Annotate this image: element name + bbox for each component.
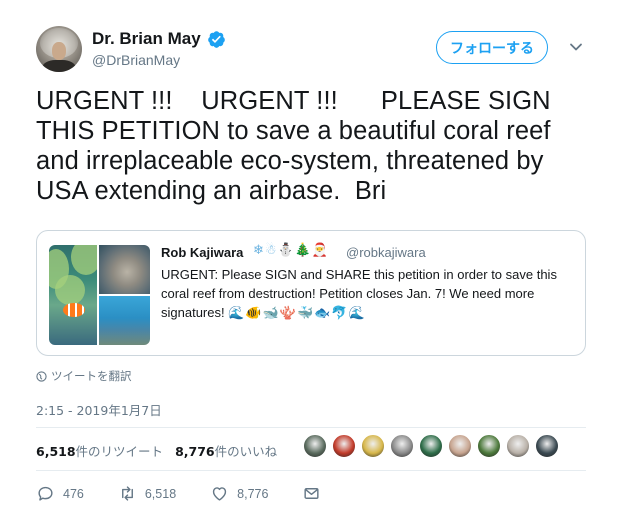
reply-button[interactable]: 476 <box>36 484 84 503</box>
translate-tweet-link[interactable]: ツイートを翻訳 <box>36 368 132 384</box>
envelope-icon <box>304 488 319 499</box>
coral-reef-image <box>99 296 150 345</box>
retweets-count: 6,518 <box>36 444 76 459</box>
tweet-text: URGENT !!! URGENT !!! PLEASE SIGN THIS P… <box>36 87 551 205</box>
retweet-button[interactable]: 6,518 <box>118 484 176 503</box>
retweet-count: 6,518 <box>144 486 177 501</box>
liker-avatar[interactable] <box>390 434 414 458</box>
liker-avatar[interactable] <box>361 434 385 458</box>
like-count: 8,776 <box>237 486 269 501</box>
reply-icon <box>38 486 53 501</box>
engagement-stats: 6,518件のリツイート 8,776件のいいね <box>36 441 277 460</box>
liker-avatar[interactable] <box>332 434 356 458</box>
quoted-name-emojis: ❄☃⛄🎄🎅 <box>253 243 330 258</box>
divider <box>36 470 586 471</box>
liker-avatar[interactable] <box>535 434 559 458</box>
retweets-stat[interactable]: 6,518件のリツイート <box>36 441 163 460</box>
avatar[interactable] <box>36 26 82 72</box>
quoted-tweet[interactable]: Rob Kajiwara ❄☃⛄🎄🎅 @robkajiwara URGENT: … <box>36 230 586 356</box>
translate-label: ツイートを翻訳 <box>51 369 132 383</box>
author-handle[interactable]: @DrBrianMay <box>92 52 180 68</box>
tweet-card: Dr. Brian May @DrBrianMay フォローする URGENT … <box>0 0 619 520</box>
retweet-icon <box>121 486 133 501</box>
liker-avatars <box>303 434 559 458</box>
divider <box>36 427 586 428</box>
quoted-text-emojis: 🌊🐠🐋🪸🐳🐟🐬🌊 <box>228 306 366 321</box>
liker-avatar[interactable] <box>477 434 501 458</box>
quoted-author-handle: @robkajiwara <box>346 245 426 260</box>
chevron-down-icon[interactable] <box>569 40 583 54</box>
direct-message-button[interactable] <box>302 484 321 503</box>
verified-badge-icon <box>208 31 225 48</box>
like-button[interactable]: 8,776 <box>210 484 268 503</box>
dugong-image <box>99 245 150 294</box>
liker-avatar[interactable] <box>419 434 443 458</box>
follow-button[interactable]: フォローする <box>436 31 548 64</box>
timestamp[interactable]: 2:15 - 2019年1月7日 <box>36 400 162 419</box>
action-bar: 476 6,518 8,776 <box>36 484 355 503</box>
quoted-tweet-text: URGENT: Please SIGN and SHARE this petit… <box>161 265 579 323</box>
heart-icon <box>212 487 227 501</box>
liker-avatar[interactable] <box>448 434 472 458</box>
clownfish-anemone-image <box>49 245 97 345</box>
likes-stat[interactable]: 8,776件のいいね <box>175 441 277 460</box>
liker-avatar[interactable] <box>303 434 327 458</box>
author-display-name[interactable]: Dr. Brian May <box>92 29 201 49</box>
liker-avatar[interactable] <box>506 434 530 458</box>
likes-label: 件のいいね <box>214 444 278 459</box>
retweets-label: 件のリツイート <box>75 444 164 459</box>
globe-icon <box>36 370 47 382</box>
reply-count: 476 <box>63 486 84 501</box>
quoted-author-name: Rob Kajiwara <box>161 245 244 260</box>
likes-count: 8,776 <box>175 444 215 459</box>
